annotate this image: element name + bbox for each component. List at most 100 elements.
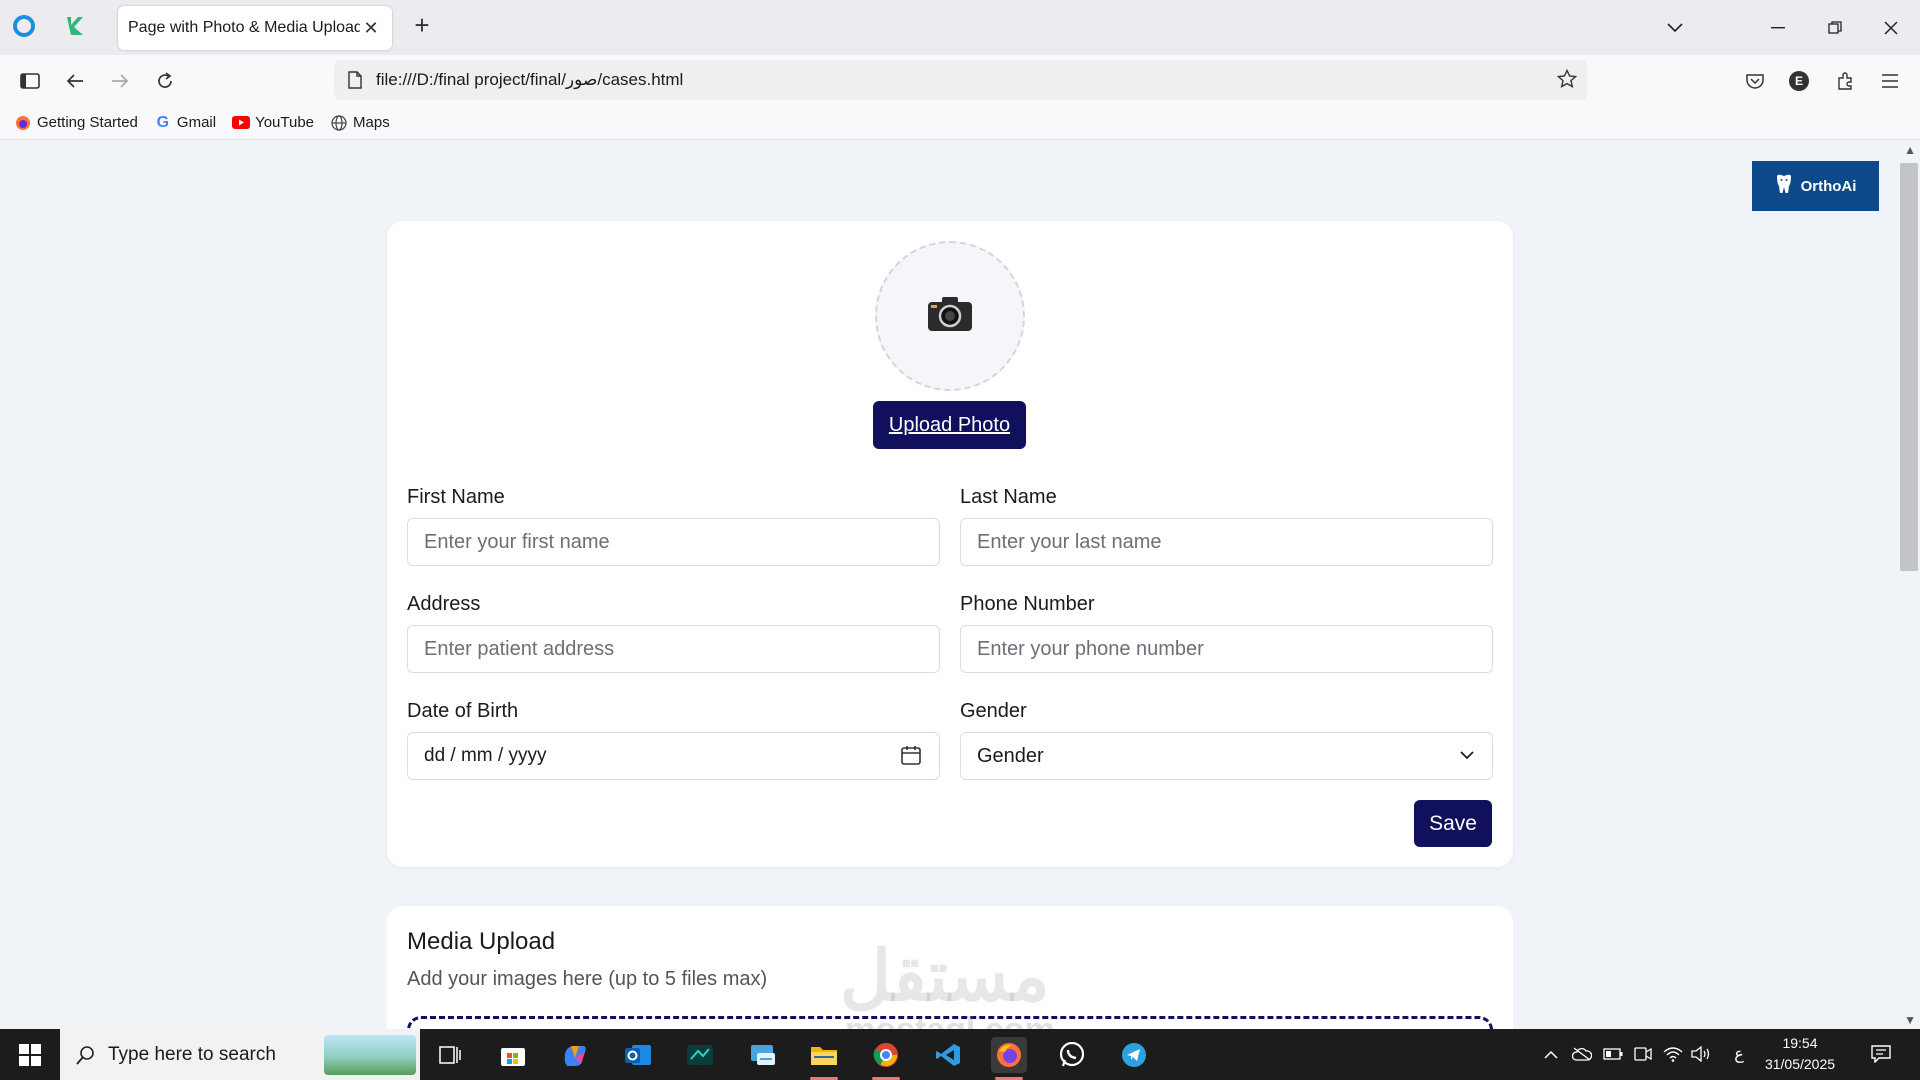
first-name-placeholder: Enter your first name [424, 530, 610, 553]
firefox-icon[interactable] [991, 1037, 1027, 1080]
menu-icon[interactable] [1876, 67, 1904, 95]
volume-icon[interactable] [1690, 1043, 1712, 1065]
firefox-icon [14, 114, 32, 132]
camera-icon [927, 296, 973, 337]
chevron-down-icon [1460, 751, 1474, 760]
address-input[interactable]: Enter patient address [407, 625, 940, 673]
gender-select[interactable]: Gender [960, 732, 1493, 780]
vscode-icon[interactable] [930, 1037, 966, 1073]
pinned-app-icon[interactable] [62, 14, 86, 38]
first-name-input[interactable]: Enter your first name [407, 518, 940, 566]
profile-avatar[interactable]: E [1785, 67, 1813, 95]
media-upload-subtitle: Add your images here (up to 5 files max) [407, 968, 768, 990]
tab-active[interactable]: Page with Photo & Media Upload ✕ [118, 6, 392, 50]
whatsapp-icon[interactable] [1054, 1037, 1090, 1073]
search-icon [76, 1045, 96, 1065]
battery-icon[interactable] [1602, 1043, 1624, 1065]
first-name-label: First Name [407, 486, 505, 508]
start-button[interactable] [0, 1029, 60, 1080]
youtube-icon [232, 114, 251, 132]
taskbar-search[interactable]: Type here to search [60, 1029, 420, 1080]
language-indicator[interactable]: ع [1728, 1043, 1750, 1065]
restore-button[interactable] [1820, 13, 1850, 43]
outlook-icon[interactable] [620, 1037, 656, 1073]
last-name-label: Last Name [960, 486, 1057, 508]
clock-date: 31/05/2025 [1764, 1056, 1836, 1072]
meet-now-icon[interactable] [1632, 1043, 1654, 1065]
last-name-input[interactable]: Enter your last name [960, 518, 1493, 566]
scroll-up-icon[interactable]: ▲ [1904, 143, 1916, 157]
bookmark-gmail[interactable]: G Gmail [154, 114, 216, 132]
address-label: Address [407, 593, 481, 615]
dob-input[interactable]: dd / mm / yyyy [407, 732, 940, 780]
save-button[interactable]: Save [1414, 800, 1492, 847]
watermark-url: mostaql.com [845, 1011, 1055, 1029]
brand-badge[interactable]: OrthoAi [1752, 161, 1879, 211]
wifi-icon[interactable] [1662, 1043, 1684, 1065]
scroll-thumb[interactable] [1900, 163, 1918, 571]
control-panel-icon[interactable] [745, 1037, 781, 1073]
bookmark-getting-started[interactable]: Getting Started [14, 114, 138, 132]
minimize-button[interactable] [1763, 13, 1793, 43]
media-upload-title: Media Upload [407, 928, 556, 955]
forward-icon[interactable] [106, 67, 134, 95]
task-view-icon[interactable] [432, 1037, 468, 1073]
copilot-icon[interactable] [557, 1037, 593, 1073]
onedrive-icon[interactable] [1571, 1043, 1593, 1065]
chrome-icon[interactable] [868, 1037, 904, 1080]
brand-name: OrthoAi [1800, 177, 1857, 195]
close-window-button[interactable] [1876, 13, 1906, 43]
telegram-icon[interactable] [1116, 1037, 1152, 1073]
pocket-icon[interactable] [1741, 67, 1769, 95]
google-icon: G [156, 113, 170, 131]
tab-list-icon[interactable] [1660, 13, 1690, 43]
clock[interactable]: 19:54 31/05/2025 [1760, 1033, 1840, 1075]
watermark-logo: مستقل [840, 937, 1050, 1015]
scroll-down-icon[interactable]: ▼ [1904, 1013, 1916, 1027]
bookmark-label: Maps [353, 114, 390, 131]
notifications-icon[interactable] [1868, 1043, 1894, 1065]
bookmark-maps[interactable]: Maps [330, 114, 390, 132]
search-highlight-image [324, 1035, 416, 1075]
back-icon[interactable] [61, 67, 89, 95]
globe-icon [330, 114, 348, 132]
gender-selected: Gender [977, 744, 1044, 767]
app-icon[interactable] [682, 1037, 718, 1073]
page-scrollbar[interactable]: ▲ ▼ [1898, 141, 1920, 1029]
clock-time: 19:54 [1782, 1035, 1818, 1051]
url-text: file:///D:/final project/final/صور/cases… [376, 70, 684, 89]
close-tab-icon[interactable]: ✕ [360, 17, 382, 39]
windows-taskbar: Type here to search ع 19:54 31/05/2025 [0, 1029, 1920, 1080]
calendar-icon[interactable] [901, 745, 921, 765]
bookmark-label: YouTube [255, 114, 315, 131]
phone-placeholder: Enter your phone number [977, 637, 1204, 660]
search-placeholder: Type here to search [108, 1043, 276, 1065]
address-placeholder: Enter patient address [424, 637, 615, 660]
bookmark-youtube[interactable]: YouTube [232, 114, 314, 132]
phone-input[interactable]: Enter your phone number [960, 625, 1493, 673]
dob-value: dd / mm / yyyy [424, 745, 547, 766]
page-viewport: OrthoAi Upload Photo First Name Enter yo… [0, 141, 1920, 1029]
last-name-placeholder: Enter your last name [977, 530, 1162, 553]
bookmark-label: Gmail [176, 114, 217, 131]
patient-form-card: Upload Photo First Name Enter your first… [387, 221, 1513, 867]
dob-label: Date of Birth [407, 700, 519, 722]
bookmark-star-icon[interactable] [1557, 69, 1577, 89]
photo-preview[interactable] [875, 241, 1025, 391]
upload-photo-button[interactable]: Upload Photo [873, 401, 1026, 449]
sidebar-toggle-icon[interactable] [16, 67, 44, 95]
address-bar[interactable]: file:///D:/final project/final/صور/cases… [334, 60, 1587, 100]
firefox-view-icon[interactable] [12, 14, 36, 38]
chevron-up-icon[interactable] [1540, 1043, 1562, 1065]
tooth-icon [1775, 174, 1793, 198]
extensions-icon[interactable] [1831, 67, 1859, 95]
bookmark-label: Getting Started [37, 114, 138, 131]
reload-icon[interactable] [151, 67, 179, 95]
page-icon [348, 71, 362, 89]
tab-title: Page with Photo & Media Upload [128, 19, 360, 36]
store-icon[interactable] [495, 1037, 531, 1073]
new-tab-button[interactable]: + [410, 12, 434, 38]
phone-label: Phone Number [960, 593, 1095, 615]
bookmarks-bar: Getting Started G Gmail YouTube Maps [0, 106, 1920, 140]
file-explorer-icon[interactable] [806, 1037, 842, 1080]
